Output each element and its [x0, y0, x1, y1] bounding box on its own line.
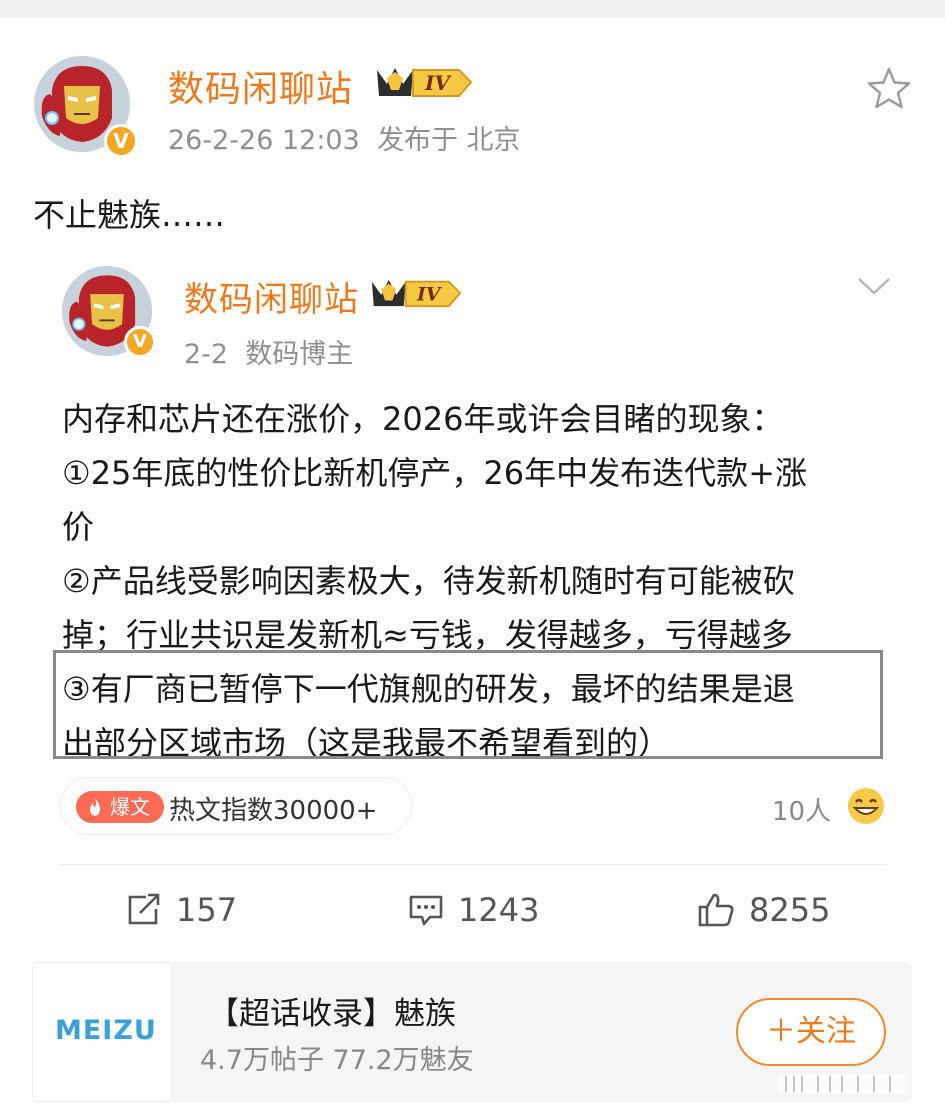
- repost-line: 内存和芯片还在涨价，2026年或许会目睹的现象：: [62, 400, 784, 438]
- watermark-icon: [778, 1074, 908, 1094]
- like-count: 8255: [749, 891, 831, 929]
- author-avatar[interactable]: V: [34, 56, 138, 158]
- hot-index-text: 热文指数30000+: [169, 796, 378, 826]
- repost-author-avatar[interactable]: V: [62, 266, 156, 358]
- like-button[interactable]: 8255: [697, 886, 830, 934]
- comment-button[interactable]: 1243: [408, 886, 539, 934]
- like-icon: [698, 893, 734, 927]
- post-body: 不止魅族……: [33, 196, 226, 234]
- hot-tag: 爆文: [76, 791, 164, 823]
- repost-author-name[interactable]: 数码闲聊站: [184, 272, 359, 321]
- repost-date: 2-2: [184, 339, 229, 370]
- star-icon[interactable]: [866, 66, 912, 110]
- hot-index-pill[interactable]: 爆文 热文指数30000+: [60, 777, 412, 835]
- top-bar: [0, 0, 945, 18]
- comment-count: 1243: [458, 891, 540, 929]
- grin-emoji-icon[interactable]: [846, 786, 886, 826]
- meizu-logo: MEIZU: [32, 962, 172, 1102]
- post-location: 发布于 北京: [376, 125, 521, 156]
- divider: [60, 864, 886, 865]
- repost-role: 数码博主: [245, 339, 354, 370]
- verified-badge: V: [124, 326, 156, 358]
- repost-icon: [128, 893, 160, 925]
- highlight-box: [53, 650, 883, 759]
- post-meta: 26-2-26 12:03 发布于 北京: [168, 118, 521, 157]
- level-crown-icon: IV: [377, 68, 473, 97]
- repost-line: 价: [62, 508, 95, 546]
- fire-icon: [90, 798, 100, 816]
- verified-badge: V: [104, 124, 138, 158]
- repost-line: ①25年底的性价比新机停产，26年中发布迭代款+涨: [62, 454, 807, 492]
- repost-line: ②产品线受影响因素极大，待发新机随时有可能被砍: [62, 562, 795, 600]
- svg-text:IV: IV: [424, 71, 452, 95]
- author-name[interactable]: 数码闲聊站: [168, 60, 353, 112]
- repost-meta: 2-2 数码博主: [184, 332, 353, 371]
- svg-text:IV: IV: [416, 284, 443, 306]
- meizu-logo-text: MEIZU: [55, 1015, 157, 1046]
- reaction-count: 10人: [772, 797, 832, 827]
- repost-button[interactable]: 157: [126, 886, 237, 934]
- repost-count: 157: [176, 891, 238, 929]
- level-crown-icon: IV: [371, 279, 462, 308]
- comment-icon: [409, 895, 443, 926]
- topic-title[interactable]: 【超话收录】魅族: [208, 988, 456, 1033]
- topic-stats: 4.7万帖子 77.2万魅友: [200, 1045, 474, 1076]
- post-timestamp: 26-2-26 12:03: [168, 125, 360, 156]
- hot-tag-label: 爆文: [110, 795, 150, 819]
- chevron-down-icon[interactable]: [856, 275, 892, 297]
- follow-button[interactable]: ＋关注: [736, 998, 886, 1066]
